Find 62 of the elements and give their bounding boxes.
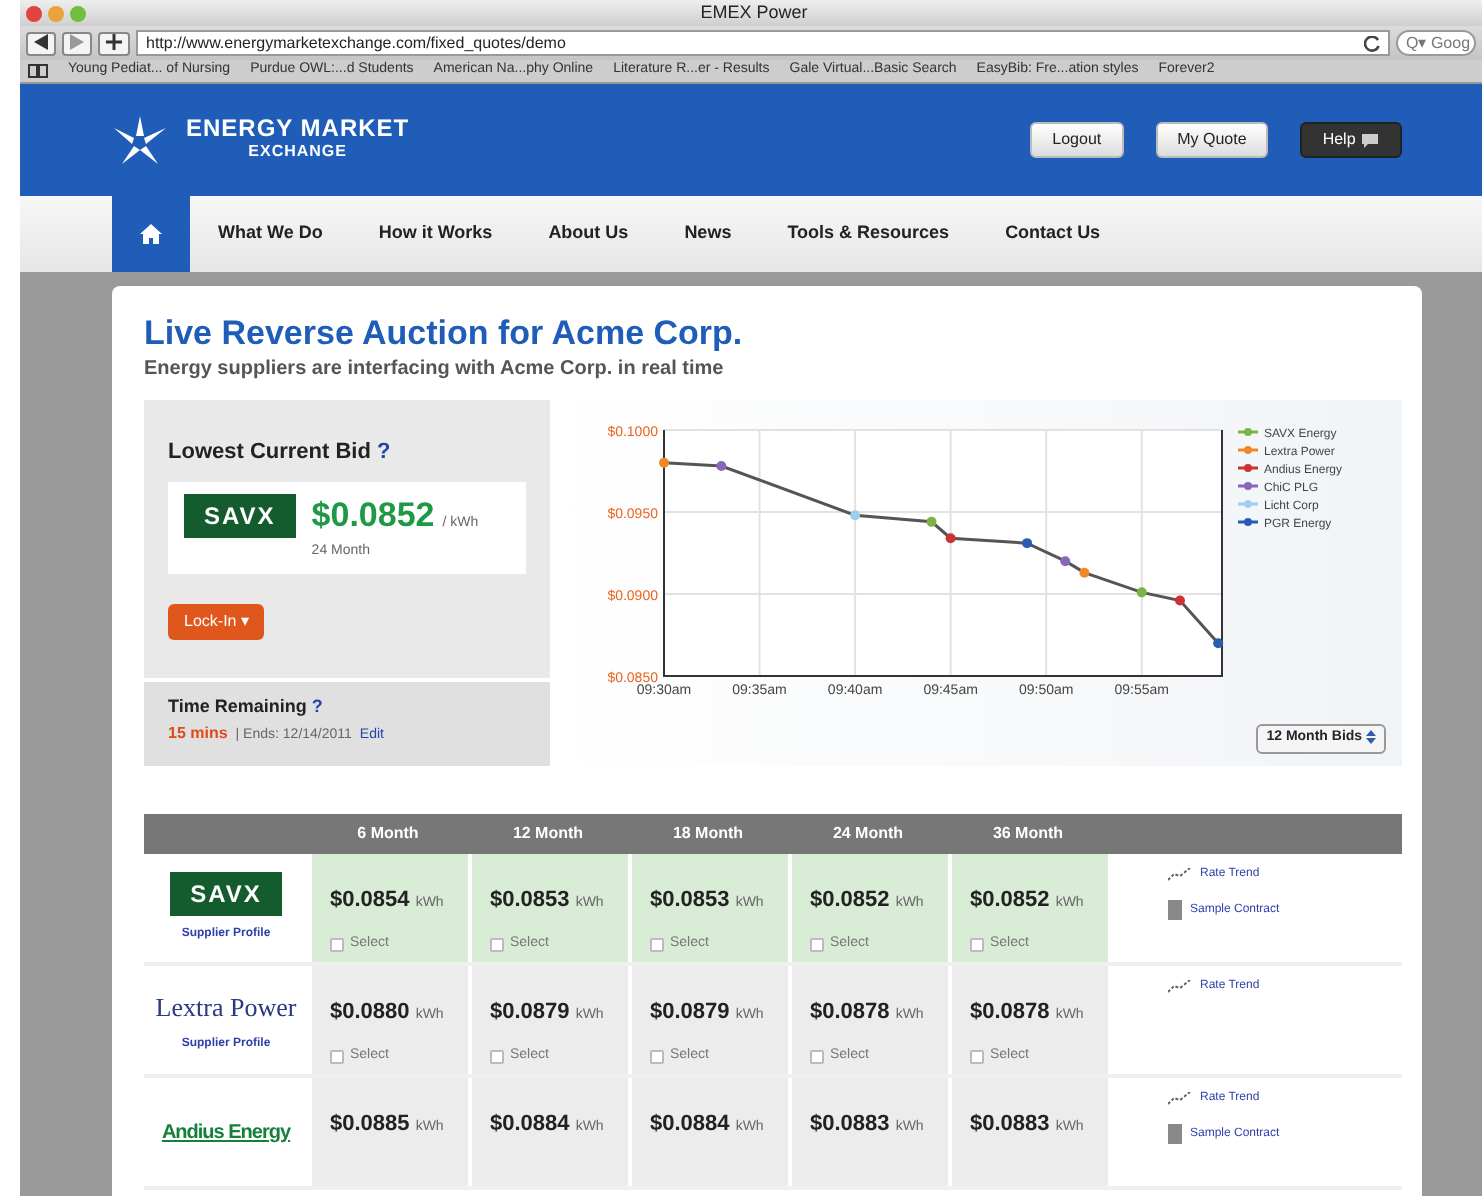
quote-price: $0.0853 [490, 888, 572, 913]
trend-icon [1168, 868, 1192, 883]
quote-price: $0.0885 [330, 1112, 412, 1137]
logo-subtext: EXCHANGE [246, 140, 349, 164]
quote-price: $0.0879 [490, 1000, 572, 1025]
quote-price: $0.0884 [490, 1112, 572, 1137]
help-link[interactable]: ? [311, 696, 323, 717]
header-button[interactable]: Help [1300, 122, 1402, 158]
url-text: http://www.energymarketexchange.com/fixed_quotes/demo [146, 32, 566, 54]
quote-price: $0.0884 [650, 1112, 732, 1137]
nav-tab[interactable]: What We Do [190, 196, 351, 272]
header-button[interactable]: Logout [1030, 122, 1124, 158]
quote-price: $0.0853 [650, 888, 732, 913]
window-title: EMEX Power [700, 0, 808, 26]
column-header: 6 Month [355, 822, 421, 847]
quote-price: $0.0878 [970, 1000, 1052, 1025]
column-header: 24 Month [830, 822, 906, 847]
supplier-logo: Andius Energy [161, 1119, 291, 1148]
quote-price: $0.0883 [970, 1112, 1052, 1137]
nav-tab[interactable]: News [656, 196, 760, 272]
home-icon [140, 224, 162, 244]
section-heading: Lowest Current Bid [168, 440, 373, 465]
supplier-logo: Lextra Power [155, 989, 297, 1026]
nav-tab[interactable]: How it Works [350, 196, 521, 272]
column-header: 18 Month [670, 822, 746, 847]
document-icon [1168, 900, 1182, 921]
book-icon[interactable] [28, 64, 48, 78]
address-bar[interactable]: http://www.energymarketexchange.com/fixed_quotes/demo [136, 30, 1390, 56]
quote-price: $0.0854 [330, 888, 412, 913]
page-subtitle: Energy suppliers are interfacing with Acme Corp. in real time [144, 356, 726, 385]
star-logo-icon [110, 112, 170, 168]
search-field[interactable]: Q▾ Goog [1396, 30, 1476, 56]
logo-text: ENERGY MARKET [186, 116, 410, 140]
section-heading: Time Remaining [168, 696, 309, 717]
quote-price: $0.0852 [810, 888, 892, 913]
home-tab[interactable] [112, 196, 190, 272]
updown-arrows-icon [1366, 730, 1376, 745]
column-header: 36 Month [990, 822, 1066, 847]
bid-price: $0.0852 [311, 495, 435, 534]
quote-price: $0.0852 [970, 888, 1052, 913]
header-button[interactable]: My Quote [1155, 122, 1269, 158]
help-link[interactable]: ? [377, 440, 391, 465]
document-icon [1168, 1124, 1182, 1145]
nav-tab[interactable]: Tools & Resources [759, 196, 978, 272]
time-value: 15 mins [168, 723, 228, 742]
reload-icon[interactable] [1364, 36, 1380, 52]
supplier-logo: SAVX [170, 872, 282, 917]
back-button[interactable] [26, 31, 56, 55]
quote-price: $0.0878 [810, 1000, 892, 1025]
trend-icon [1168, 980, 1192, 995]
trend-icon [1168, 1092, 1192, 1107]
quote-price: $0.0879 [650, 1000, 732, 1025]
nav-tab[interactable]: About Us [520, 196, 657, 272]
quote-price: $0.0880 [330, 1000, 412, 1025]
supplier-logo: SAVX [184, 493, 296, 538]
lock-in-button[interactable]: Lock-In ▾ [168, 604, 265, 641]
add-tab-button[interactable] [98, 31, 130, 55]
quote-price: $0.0883 [810, 1112, 892, 1137]
column-header: 12 Month [510, 822, 586, 847]
speech-bubble-icon [1360, 131, 1380, 148]
page-title: Live Reverse Auction for Acme Corp. [144, 314, 745, 355]
nav-tab[interactable]: Contact Us [977, 196, 1129, 272]
